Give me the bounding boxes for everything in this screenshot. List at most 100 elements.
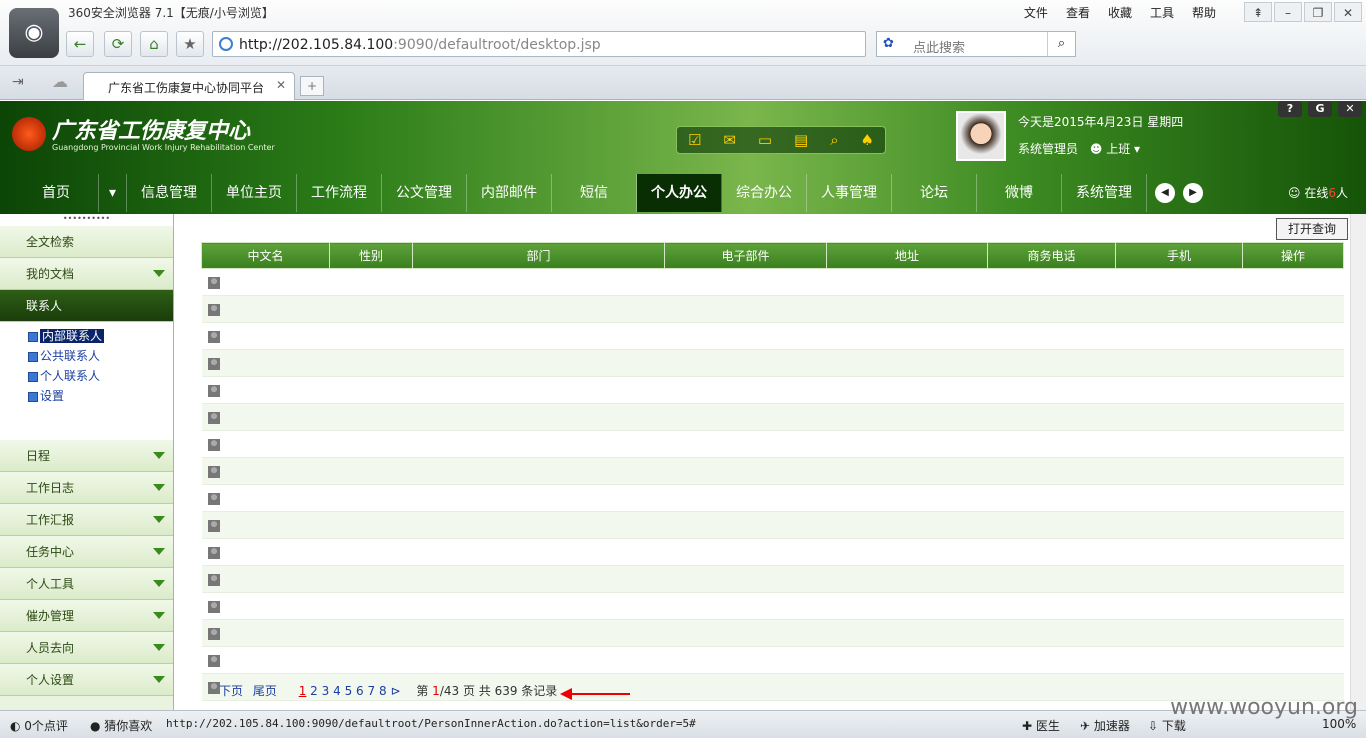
page-4[interactable]: 4 — [333, 684, 341, 698]
table-cell[interactable] — [201, 484, 330, 512]
doctor[interactable]: ✚ 医生 — [1022, 717, 1060, 734]
table-cell[interactable] — [201, 538, 330, 566]
table-row[interactable] — [201, 295, 1344, 323]
nav-hr[interactable]: 人事管理 — [807, 174, 893, 212]
user-status[interactable]: 上班 — [1106, 142, 1130, 156]
search-icon[interactable]: ⌕ — [1047, 32, 1075, 56]
page-6[interactable]: 6 — [356, 684, 364, 698]
document-icon[interactable]: ▤ — [794, 131, 808, 149]
table-row[interactable] — [201, 592, 1344, 620]
col-department[interactable]: 部门 — [412, 242, 665, 269]
table-row[interactable] — [201, 619, 1344, 647]
table-cell[interactable] — [201, 376, 330, 404]
table-row[interactable] — [201, 511, 1344, 539]
col-mobile[interactable]: 手机 — [1115, 242, 1243, 269]
sidebar-worklog[interactable]: 工作日志 — [0, 472, 173, 504]
nav-personal[interactable]: 个人办公 — [637, 174, 723, 212]
table-row[interactable] — [201, 403, 1344, 431]
table-cell[interactable] — [201, 511, 330, 539]
menu-help[interactable]: 帮助 — [1192, 4, 1216, 21]
refresh-icon[interactable]: G — [1308, 101, 1332, 117]
table-cell[interactable] — [201, 565, 330, 593]
nav-docs[interactable]: 公文管理 — [382, 174, 468, 212]
sidebar-settings[interactable]: 个人设置 — [0, 664, 173, 696]
back-button[interactable]: ← — [66, 31, 94, 57]
refresh-button[interactable]: ⟳ — [104, 31, 132, 57]
page-5[interactable]: 5 — [345, 684, 353, 698]
sidebar-urge[interactable]: 催办管理 — [0, 600, 173, 632]
table-row[interactable] — [201, 646, 1344, 674]
tab-close-icon[interactable]: ✕ — [276, 78, 286, 92]
minimize-button[interactable]: – — [1274, 2, 1302, 22]
table-row[interactable] — [201, 457, 1344, 485]
open-query-button[interactable]: 打开查询 — [1276, 218, 1348, 240]
cloud-icon[interactable]: ☁ — [52, 72, 68, 91]
nav-dropdown[interactable]: ▾ — [99, 174, 128, 212]
table-cell[interactable] — [201, 295, 330, 323]
tree-item-personal[interactable]: 个人联系人 — [10, 366, 173, 386]
sidebar-tasks[interactable]: 任务中心 — [0, 536, 173, 568]
restore-button[interactable]: ❐ — [1304, 2, 1332, 22]
table-cell[interactable] — [201, 592, 330, 620]
nav-forum[interactable]: 论坛 — [892, 174, 978, 212]
shirt-icon[interactable]: ♠ — [861, 131, 874, 149]
briefcase-icon[interactable]: ▭ — [758, 131, 772, 149]
nav-prev-icon[interactable]: ◀ — [1155, 183, 1176, 203]
pin-icon[interactable]: ⇞ — [1244, 2, 1272, 22]
favorite-star-button[interactable]: ★ — [176, 31, 204, 57]
menu-view[interactable]: 查看 — [1066, 4, 1090, 21]
col-actions[interactable]: 操作 — [1242, 242, 1344, 269]
check-icon[interactable]: ☑ — [688, 131, 701, 149]
guess-like[interactable]: ● 猜你喜欢 — [90, 717, 152, 734]
home-button[interactable]: ⌂ — [140, 31, 168, 57]
nav-system[interactable]: 系统管理 — [1062, 174, 1148, 212]
table-cell[interactable] — [201, 268, 330, 296]
nav-sms[interactable]: 短信 — [552, 174, 638, 212]
tree-item-settings[interactable]: 设置 — [10, 386, 173, 406]
sidebar-report[interactable]: 工作汇报 — [0, 504, 173, 536]
page-3[interactable]: 3 — [322, 684, 330, 698]
mail-icon[interactable]: ✉ — [723, 131, 736, 149]
current-page[interactable]: 1 — [299, 684, 307, 698]
nav-general[interactable]: 综合办公 — [722, 174, 808, 212]
menu-file[interactable]: 文件 — [1024, 4, 1048, 21]
avatar[interactable] — [956, 111, 1006, 161]
more-pages-icon[interactable]: ⊳ — [390, 684, 400, 698]
new-tab-button[interactable]: + — [300, 76, 324, 96]
table-row[interactable] — [201, 538, 1344, 566]
nav-mail[interactable]: 内部邮件 — [467, 174, 553, 212]
table-cell[interactable] — [201, 403, 330, 431]
sidebar-tools[interactable]: 个人工具 — [0, 568, 173, 600]
table-cell[interactable] — [201, 349, 330, 377]
tree-item-public[interactable]: 公共联系人 — [10, 346, 173, 366]
table-cell[interactable] — [201, 457, 330, 485]
page-2[interactable]: 2 — [310, 684, 318, 698]
sidebar-documents[interactable]: 我的文档 — [0, 258, 173, 290]
menu-favorites[interactable]: 收藏 — [1108, 4, 1132, 21]
table-row[interactable] — [201, 430, 1344, 458]
table-row[interactable] — [201, 565, 1344, 593]
table-row[interactable] — [201, 322, 1344, 350]
page-8[interactable]: 8 — [379, 684, 387, 698]
online-count[interactable]: ☺ 在线6人 — [1288, 184, 1348, 201]
tree-item-internal[interactable]: 内部联系人 — [10, 326, 173, 346]
table-cell[interactable] — [201, 646, 330, 674]
nav-home[interactable]: 首页 — [2, 174, 99, 212]
table-cell[interactable] — [201, 430, 330, 458]
next-page-link[interactable]: 下页 — [219, 684, 243, 698]
col-address[interactable]: 地址 — [826, 242, 988, 269]
close-button[interactable]: ✕ — [1334, 2, 1362, 22]
vertical-scrollbar[interactable] — [1350, 214, 1366, 710]
col-name[interactable]: 中文名 — [201, 242, 330, 269]
table-row[interactable] — [201, 349, 1344, 377]
nav-next-icon[interactable]: ▶ — [1183, 183, 1204, 203]
table-row[interactable] — [201, 268, 1344, 296]
search-box[interactable]: ✿ 点此搜索 ⌕ — [876, 31, 1076, 57]
address-bar[interactable]: http://202.105.84.100:9090/defaultroot/d… — [212, 31, 866, 57]
help-icon[interactable]: ? — [1278, 101, 1302, 117]
sidebar-whereabouts[interactable]: 人员去向 — [0, 632, 173, 664]
sidebar-schedule[interactable]: 日程 — [0, 440, 173, 472]
nav-info[interactable]: 信息管理 — [127, 174, 213, 212]
sidebar-toggle-icon[interactable]: ⇥ — [12, 74, 24, 90]
nav-weibo[interactable]: 微博 — [977, 174, 1063, 212]
